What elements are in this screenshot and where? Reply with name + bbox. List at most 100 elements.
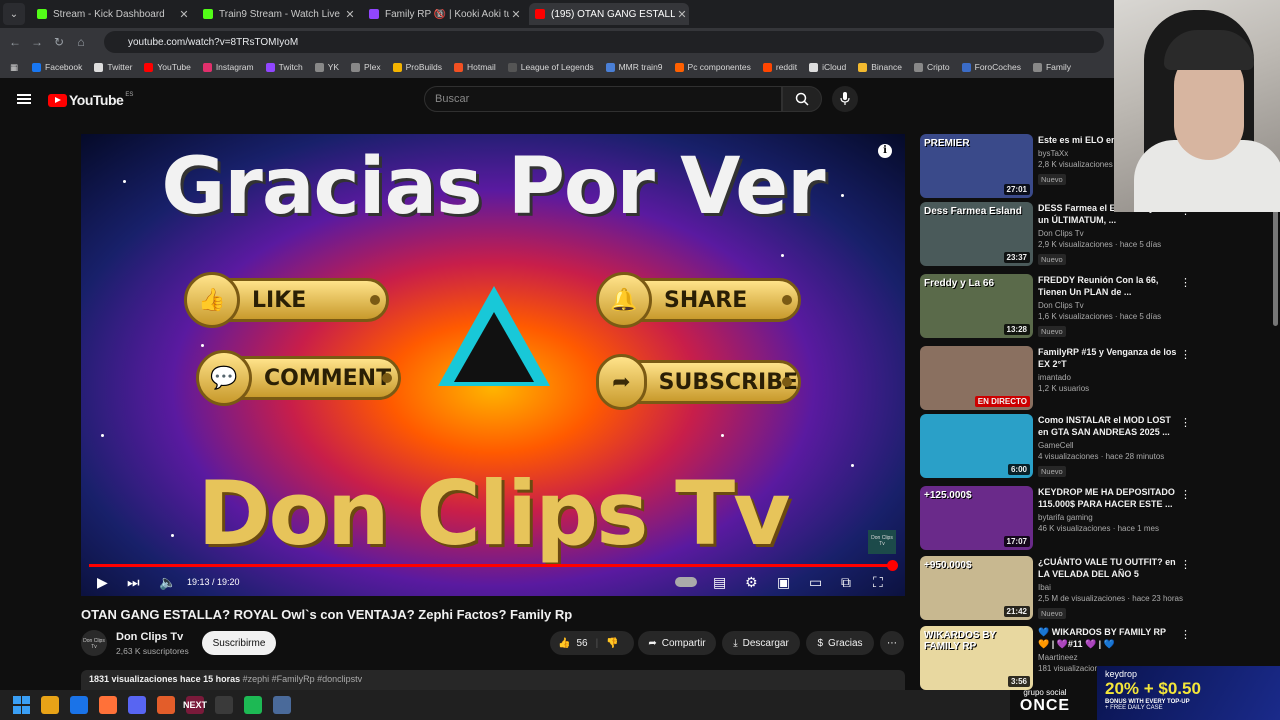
recommendation-channel[interactable]: Don Clips Tv [1038, 301, 1178, 310]
bookmark-icloud[interactable]: iCloud [809, 62, 846, 72]
forward-arrow-icon[interactable]: → [26, 35, 48, 49]
info-icon[interactable]: i [878, 144, 892, 158]
recommendation-title[interactable]: 💙 WIKARDOS BY FAMILY RP 🧡 | 💜#11 💜 | 💙MA… [1038, 626, 1178, 650]
recommendation-title[interactable]: ¿CUÁNTO VALE TU OUTFIT? en LA VELADA DEL… [1038, 556, 1178, 580]
recommendation-title[interactable]: KEYDROP ME HA DEPOSITADO 115.000$ PARA H… [1038, 486, 1178, 510]
tab-train9-stream[interactable]: Train9 Stream - Watch Live on K✕ [197, 3, 357, 25]
bookmark-hotmail[interactable]: Hotmail [453, 62, 496, 72]
bookmark-probuilds[interactable]: ProBuilds [392, 62, 442, 72]
bookmark-cripto[interactable]: Cripto [913, 62, 950, 72]
taskbar-app-4-icon[interactable] [128, 696, 146, 714]
recommendation-thumbnail[interactable]: Freddy y La 66 13:28 [920, 274, 1033, 338]
more-vertical-icon[interactable]: ⋮ [1180, 558, 1191, 571]
taskbar-app-6-icon[interactable]: NEXT [183, 696, 207, 714]
apps-grid-icon[interactable]: ▦ [10, 62, 18, 73]
recommendation-title[interactable]: Como INSTALAR el MOD LOST en GTA SAN AND… [1038, 414, 1178, 438]
more-vertical-icon[interactable]: ⋮ [1180, 416, 1191, 429]
hamburger-menu-icon[interactable] [17, 94, 31, 104]
channel-watermark[interactable]: Don Clips Tv [868, 530, 896, 554]
recommendation-channel[interactable]: Maartineez [1038, 653, 1178, 662]
recommendation-thumbnail[interactable]: +950.000$ 21:42 [920, 556, 1033, 620]
recommendation-channel[interactable]: bytarifa gaming [1038, 513, 1178, 522]
bookmark-youtube[interactable]: YouTube [144, 62, 191, 72]
close-icon[interactable]: ✕ [177, 8, 191, 21]
tab-kick-dashboard[interactable]: Stream - Kick Dashboard ✕ [31, 3, 191, 25]
youtube-logo[interactable]: YouTube ES [48, 92, 133, 108]
miniplayer-icon[interactable]: ▣ [777, 574, 790, 591]
home-icon[interactable]: ⌂ [70, 35, 92, 49]
taskbar-app-2-icon[interactable] [70, 696, 88, 714]
back-arrow-icon[interactable]: ← [4, 35, 26, 49]
bookmark-twitch[interactable]: Twitch [265, 62, 303, 72]
recommendation-item[interactable]: Freddy y La 66 13:28 FREDDY Reunión Con la… [920, 274, 1270, 338]
close-icon[interactable]: ✕ [343, 8, 357, 21]
share-button[interactable]: ➦ Compartir [638, 631, 716, 655]
taskbar-app-5-icon[interactable] [157, 696, 175, 714]
bookmark-instagram[interactable]: Instagram [202, 62, 254, 72]
download-button[interactable]: ⤓ Descargar [722, 631, 800, 655]
recommendation-thumbnail[interactable]: 6:00 [920, 414, 1033, 478]
recommendation-thumbnail[interactable]: WIKARDOS BY FAMILY RP 3:56 [920, 626, 1033, 690]
bookmark-twitter[interactable]: Twitter [94, 62, 132, 72]
search-input[interactable]: Buscar [424, 86, 782, 112]
recommendation-channel[interactable]: imantado [1038, 373, 1178, 382]
recommendation-thumbnail[interactable]: Dess Farmea Esland 23:37 [920, 202, 1033, 266]
next-icon[interactable]: ⏭ [127, 574, 140, 591]
tab-youtube-video[interactable]: (195) OTAN GANG ESTALLA? RO✕ [529, 3, 689, 25]
taskbar-app-3-icon[interactable] [99, 696, 117, 714]
bookmark-mmr[interactable]: MMR train9 [605, 62, 663, 72]
subtitles-icon[interactable]: ▤ [713, 574, 726, 591]
settings-gear-icon[interactable]: ⚙ [745, 574, 758, 591]
bookmark-plex[interactable]: Plex [351, 62, 381, 72]
bookmark-forocoches[interactable]: ForoCoches [961, 62, 1021, 72]
progress-bar[interactable] [89, 560, 899, 571]
url-field[interactable]: youtube.com/watch?v=8TRsTOMIyoM [104, 31, 1104, 53]
recommendation-channel[interactable]: Don Clips Tv [1038, 229, 1178, 238]
more-vertical-icon[interactable]: ⋮ [1180, 276, 1191, 289]
tab-family-rp[interactable]: Family RP 🔞 | Kooki Aoki tu ✕ [363, 3, 523, 25]
recommendation-thumbnail[interactable]: +125.000$ 17:07 [920, 486, 1033, 550]
subscribe-button[interactable]: Suscribirme [202, 631, 276, 655]
recommendation-item[interactable]: 6:00 Como INSTALAR el MOD LOST en GTA SAN… [920, 414, 1270, 478]
recommendation-item[interactable]: +125.000$ 17:07 KEYDROP ME HA DEPOSITADO 1… [920, 486, 1270, 550]
bookmark-binance[interactable]: Binance [858, 62, 902, 72]
more-vertical-icon[interactable]: ⋮ [1180, 628, 1191, 641]
video-player[interactable]: Gracias Por Ver 👍 LIKE 🔔 SHARE 💬 COMMENT ➦ S… [81, 134, 905, 596]
taskbar-app-0-icon[interactable] [12, 696, 30, 714]
recommendation-title[interactable]: FREDDY Reunión Con la 66, Tienen Un PLAN… [1038, 274, 1178, 298]
close-icon[interactable]: ✕ [509, 8, 523, 21]
taskbar-app-8-icon[interactable] [244, 696, 262, 714]
theater-mode-icon[interactable]: ▭ [809, 574, 822, 591]
bookmark-pccomponentes[interactable]: Pc componentes [674, 62, 751, 72]
play-icon[interactable]: ▶ [97, 574, 108, 591]
reload-icon[interactable]: ↻ [48, 35, 70, 49]
more-vertical-icon[interactable]: ⋮ [1180, 348, 1191, 361]
cast-icon[interactable]: ⧉ [841, 574, 851, 591]
bookmark-reddit[interactable]: reddit [762, 62, 797, 72]
recommendation-thumbnail[interactable]: EN DIRECTO [920, 346, 1033, 410]
autoplay-toggle[interactable] [675, 577, 697, 587]
more-actions-button[interactable]: ⋯ [880, 631, 904, 655]
description-box[interactable]: 1831 visualizaciones hace 15 horas #zeph… [81, 670, 905, 690]
recommendation-item[interactable]: EN DIRECTO FamilyRP #15 y Venganza de los… [920, 346, 1270, 410]
like-button[interactable]: 👍 56 [558, 638, 588, 649]
channel-avatar[interactable]: Don Clips Tv [81, 630, 107, 656]
bookmark-family[interactable]: Family [1032, 62, 1071, 72]
recommendation-channel[interactable]: Ibai [1038, 583, 1178, 592]
recommendation-channel[interactable]: GameCell [1038, 441, 1178, 450]
taskbar-app-7-icon[interactable] [215, 696, 233, 714]
bookmark-facebook[interactable]: Facebook [32, 62, 82, 72]
dislike-button[interactable]: 👎 [606, 638, 618, 649]
recommendation-thumbnail[interactable]: PREMIER 27:01 [920, 134, 1033, 198]
taskbar-app-1-icon[interactable] [41, 696, 59, 714]
tab-search-icon[interactable]: ⌄ [3, 3, 25, 25]
more-vertical-icon[interactable]: ⋮ [1180, 488, 1191, 501]
channel-name[interactable]: Don Clips Tv [116, 631, 183, 643]
taskbar-app-9-icon[interactable] [273, 696, 291, 714]
bookmark-lol[interactable]: League of Legends [507, 62, 594, 72]
recommendation-title[interactable]: FamilyRP #15 y Venganza de los EX 2°T [1038, 346, 1178, 370]
voice-search-button[interactable] [832, 86, 858, 112]
close-icon[interactable]: ✕ [675, 8, 689, 21]
thanks-button[interactable]: $ Gracias [806, 631, 874, 655]
bookmark-yk[interactable]: YK [314, 62, 339, 72]
